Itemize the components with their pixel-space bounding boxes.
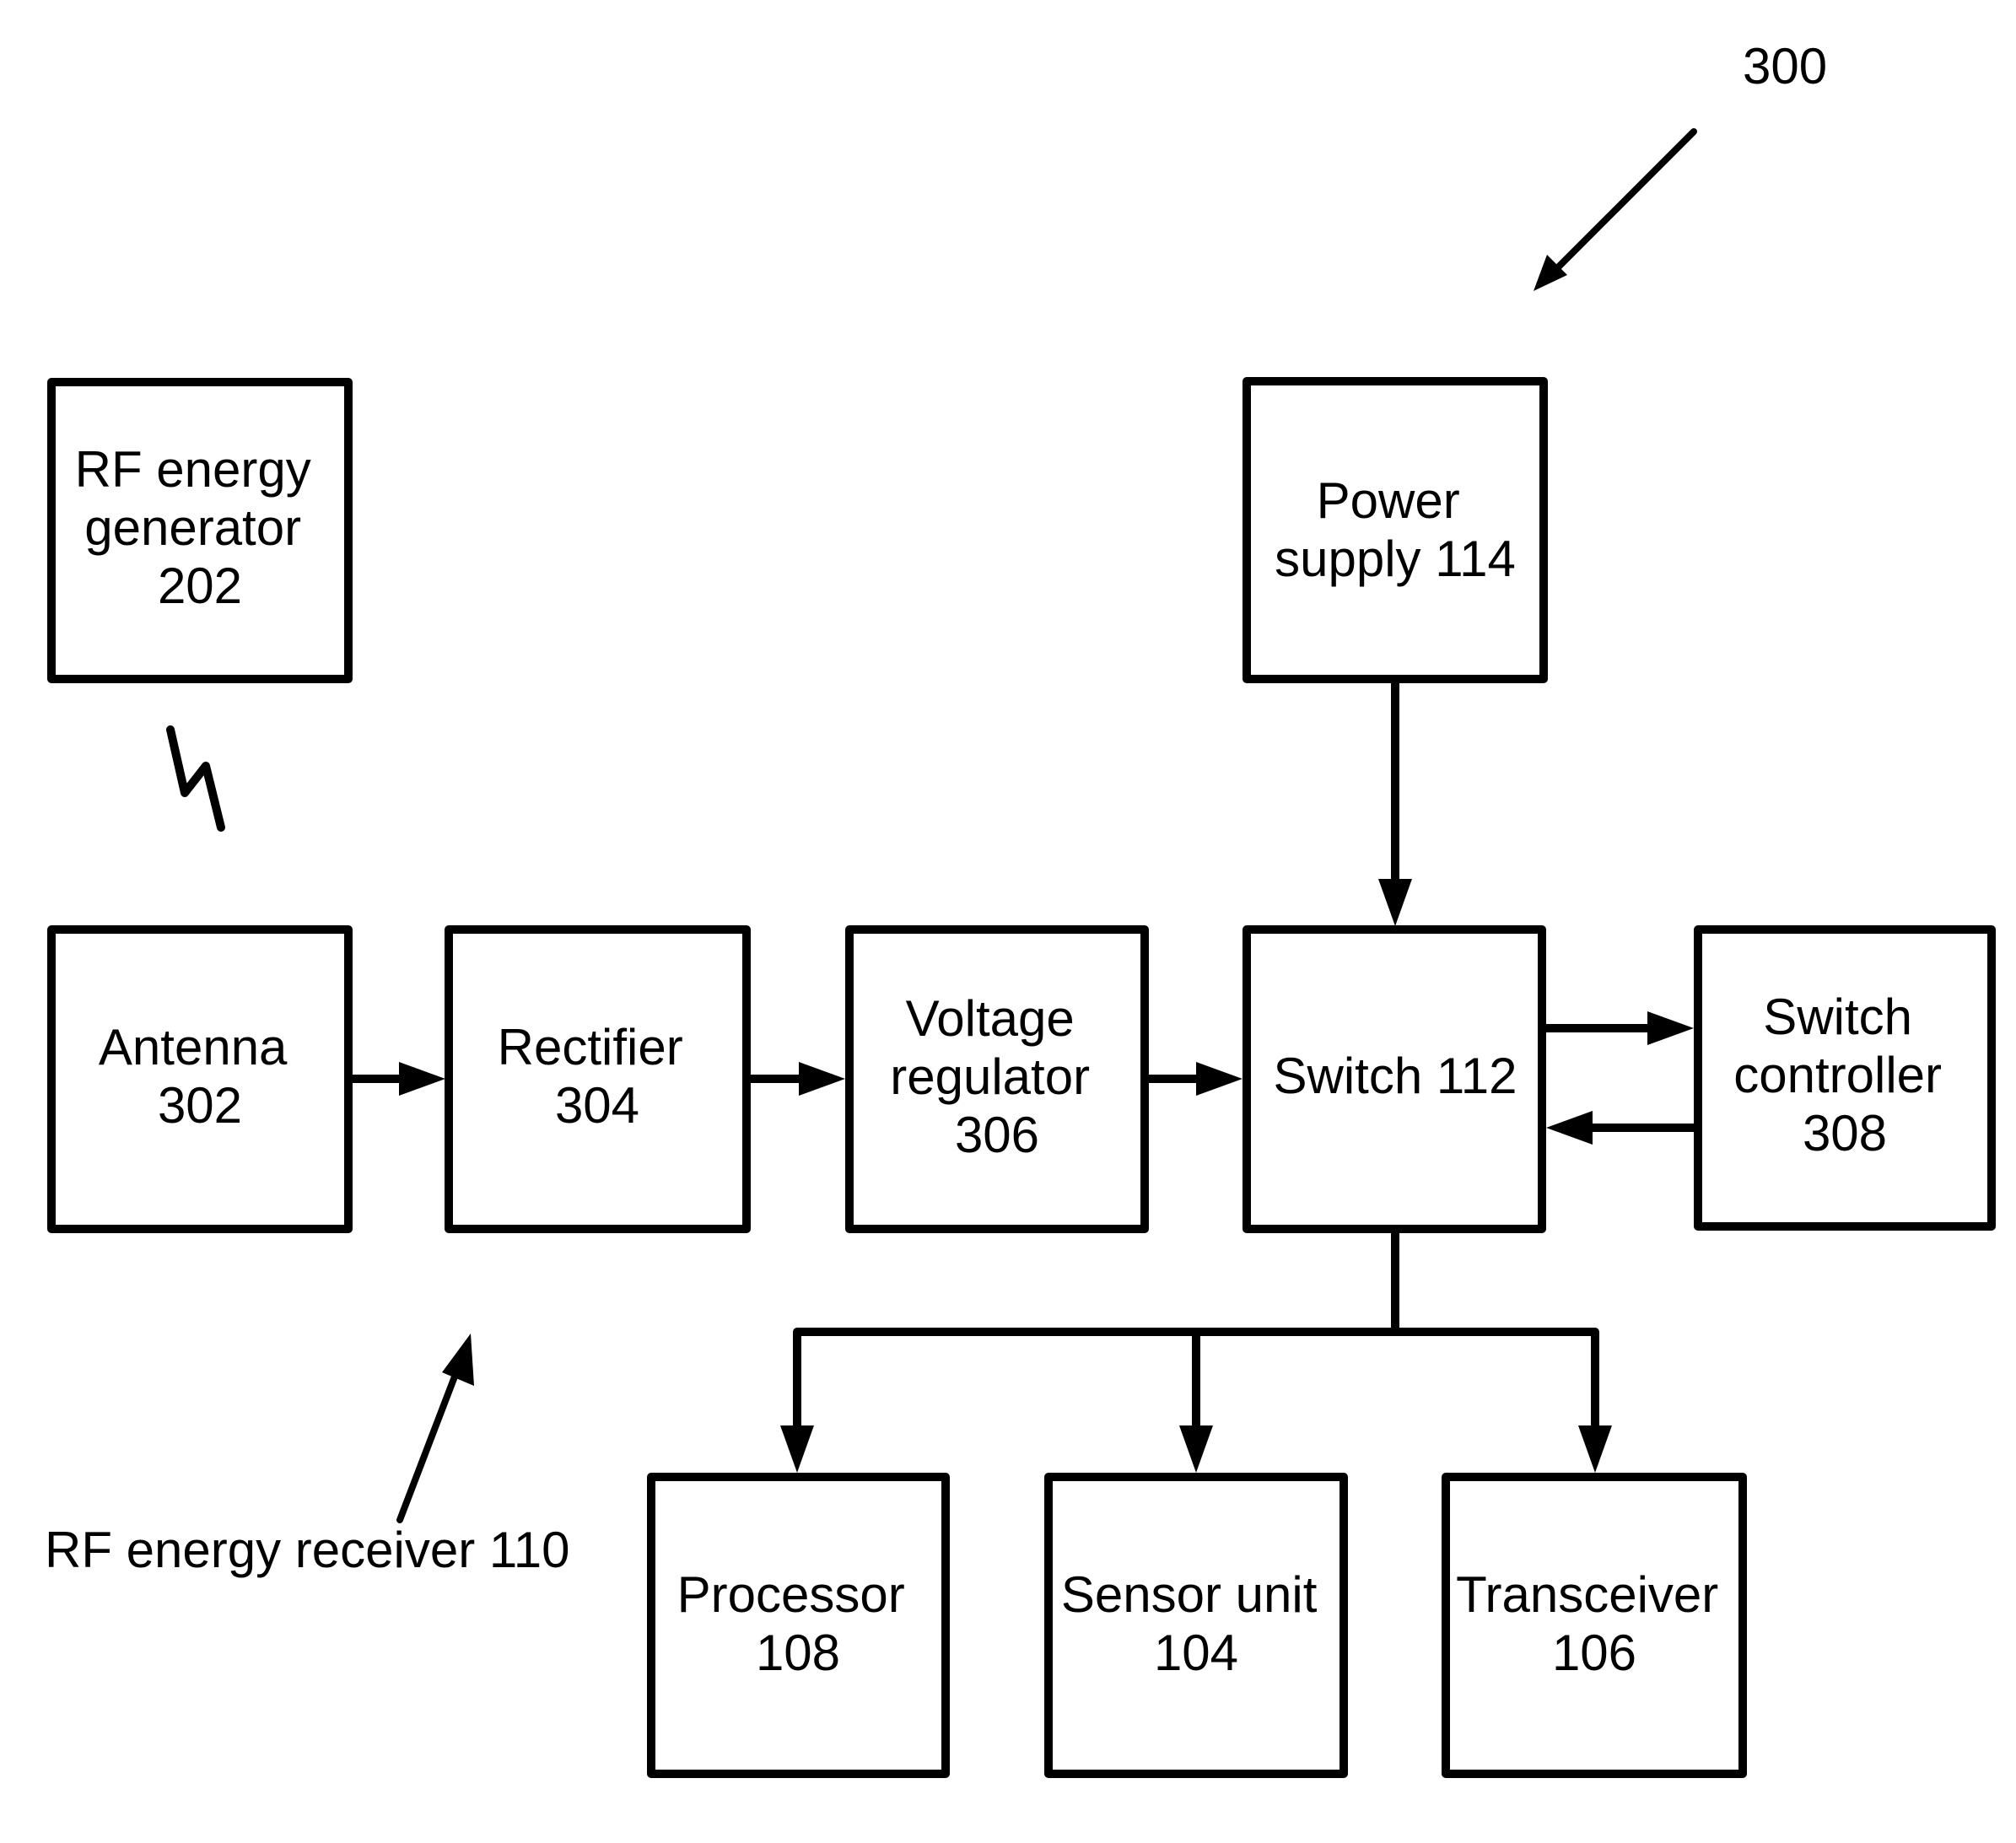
- receiver-callout-arrow: [396, 1334, 474, 1523]
- transceiver-line-1: Transceiver: [1456, 1566, 1718, 1623]
- antenna-block: Antenna 302: [47, 925, 353, 1233]
- antenna-line-2: 302: [158, 1077, 242, 1134]
- arrow-power-to-switch: [1378, 683, 1412, 926]
- antenna-line-1: Antenna: [99, 1019, 288, 1075]
- arrowhead-to-processor: [780, 1425, 814, 1473]
- rectifier-line-2: 304: [555, 1077, 639, 1134]
- arrow-controller-to-switch: [1546, 1111, 1694, 1145]
- rf-generator-line-3: 202: [158, 558, 242, 614]
- transceiver-line-2: 106: [1552, 1625, 1636, 1681]
- voltage-regulator-line-3: 306: [955, 1107, 1039, 1163]
- voltage-regulator-block: Voltage regulator 306: [845, 925, 1149, 1233]
- processor-line-1: Processor: [677, 1566, 905, 1623]
- switch-controller-block: Switch controller 308: [1694, 925, 1996, 1231]
- figure-reference-arrow: [1534, 128, 1697, 291]
- rf-receiver-label: RF energy receiver 110: [45, 1522, 570, 1578]
- power-supply-block: Power supply 114: [1242, 377, 1548, 683]
- switch-output-bus: [793, 1233, 1599, 1428]
- voltage-regulator-line-2: regulator: [890, 1048, 1090, 1105]
- switch-controller-line-1: Switch: [1763, 989, 1912, 1045]
- voltage-regulator-line-1: Voltage: [906, 990, 1075, 1047]
- lightning-bolt-icon: [166, 725, 225, 832]
- sensor-unit-block: Sensor unit 104: [1044, 1473, 1348, 1778]
- switch-label: Switch 112: [1273, 1048, 1517, 1104]
- arrow-rectifier-to-regulator: [751, 1062, 845, 1096]
- arrow-regulator-to-switch: [1149, 1062, 1242, 1096]
- switch-controller-line-2: controller: [1733, 1047, 1942, 1103]
- arrow-switch-to-controller: [1546, 1011, 1694, 1045]
- rectifier-line-1: Rectifier: [498, 1019, 683, 1075]
- rf-generator-block: RF energy generator 202: [47, 378, 353, 683]
- arrowhead-to-transceiver: [1578, 1425, 1612, 1473]
- rectifier-block: Rectifier 304: [445, 925, 751, 1233]
- rf-generator-line-1: RF energy: [75, 441, 311, 498]
- sensor-unit-line-1: Sensor unit: [1061, 1566, 1318, 1623]
- processor-line-2: 108: [756, 1625, 840, 1681]
- switch-block: Switch 112: [1242, 925, 1546, 1233]
- power-supply-line-2: supply 114: [1275, 531, 1516, 587]
- rf-generator-line-2: generator: [84, 499, 301, 556]
- sensor-unit-line-2: 104: [1154, 1625, 1238, 1681]
- block-diagram: 300 RF energy generator 202 Power supply…: [45, 38, 1996, 1778]
- switch-controller-line-3: 308: [1803, 1105, 1887, 1161]
- transceiver-block: Transceiver 106: [1442, 1473, 1747, 1778]
- processor-block: Processor 108: [647, 1473, 950, 1778]
- arrow-antenna-to-rectifier: [353, 1062, 445, 1096]
- switch-line-1: Switch 112: [1273, 1048, 1517, 1104]
- figure-reference-label: 300: [1743, 38, 1827, 94]
- arrowhead-to-sensor-unit: [1179, 1425, 1213, 1473]
- power-supply-line-1: Power: [1317, 472, 1460, 529]
